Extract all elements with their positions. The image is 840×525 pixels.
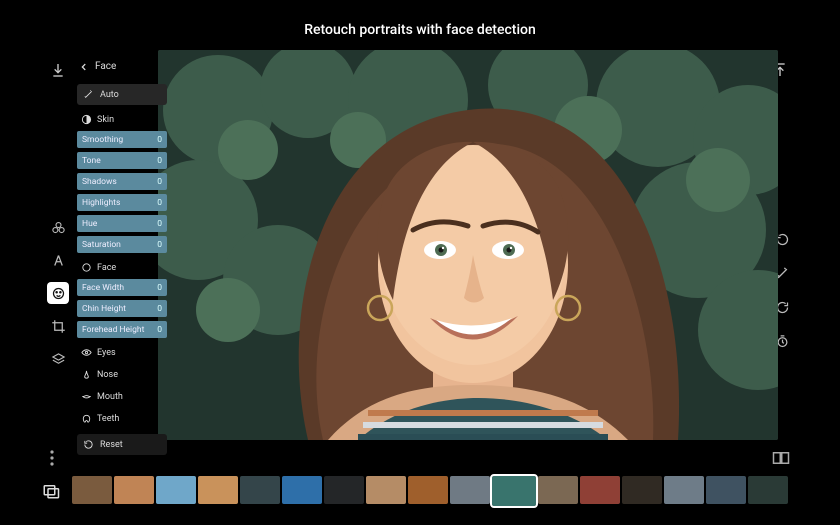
eye-icon (81, 347, 92, 358)
download-icon[interactable] (50, 62, 68, 80)
section-teeth[interactable]: Teeth (77, 411, 167, 426)
more-icon[interactable] (50, 450, 54, 469)
thumbnail[interactable] (622, 476, 662, 504)
thumbnail[interactable] (324, 476, 364, 504)
slider-shadows[interactable]: Shadows0 (77, 173, 167, 190)
thumbnail-strip (40, 473, 800, 509)
left-tool-rail (46, 216, 70, 370)
layers-icon[interactable] (47, 348, 69, 370)
thumbnail[interactable] (580, 476, 620, 504)
reset-label: Reset (100, 440, 123, 450)
gallery-icon[interactable] (40, 480, 62, 502)
section-skin[interactable]: Skin (77, 112, 167, 127)
section-mouth-label: Mouth (97, 392, 123, 402)
mouth-icon (81, 391, 92, 402)
image-canvas[interactable] (158, 50, 778, 440)
thumbnail[interactable] (282, 476, 322, 504)
face-icon (81, 262, 92, 273)
teeth-icon (81, 413, 92, 424)
thumbnail[interactable] (198, 476, 238, 504)
slider-tone[interactable]: Tone0 (77, 152, 167, 169)
slider-saturation[interactable]: Saturation0 (77, 236, 167, 253)
thumbnail[interactable] (408, 476, 448, 504)
face-tool-icon[interactable] (47, 282, 69, 304)
slider-highlights[interactable]: Highlights0 (77, 194, 167, 211)
slider-smoothing[interactable]: Smoothing0 (77, 131, 167, 148)
section-face-label: Face (97, 263, 116, 273)
slider-chin-height[interactable]: Chin Height0 (77, 300, 167, 317)
section-nose-label: Nose (97, 370, 118, 380)
wand-icon (83, 89, 94, 100)
thumbnail[interactable] (748, 476, 788, 504)
reset-icon (83, 439, 94, 450)
thumbnail[interactable] (492, 476, 536, 506)
auto-label: Auto (100, 90, 119, 100)
section-eyes[interactable]: Eyes (77, 345, 167, 360)
contrast-icon (81, 114, 92, 125)
page-title: Retouch portraits with face detection (0, 22, 840, 38)
section-nose[interactable]: Nose (77, 367, 167, 382)
slider-hue[interactable]: Hue0 (77, 215, 167, 232)
thumbnail[interactable] (706, 476, 746, 504)
adjust-icon[interactable] (47, 216, 69, 238)
thumbnail[interactable] (366, 476, 406, 504)
thumbnail[interactable] (156, 476, 196, 504)
slider-forehead-height[interactable]: Forehead Height0 (77, 321, 167, 338)
nose-icon (81, 369, 92, 380)
thumbnail[interactable] (72, 476, 112, 504)
thumbnail[interactable] (664, 476, 704, 504)
section-face[interactable]: Face (77, 260, 167, 275)
crop-icon[interactable] (47, 315, 69, 337)
section-mouth[interactable]: Mouth (77, 389, 167, 404)
slider-face-width[interactable]: Face Width0 (77, 279, 167, 296)
panel-back[interactable]: Face (77, 55, 167, 80)
text-icon[interactable] (47, 249, 69, 271)
section-eyes-label: Eyes (97, 348, 116, 358)
retouch-panel: Face Auto Skin Smoothing0 Tone0 Shadows0… (77, 55, 167, 455)
thumbnail[interactable] (450, 476, 490, 504)
auto-button[interactable]: Auto (77, 84, 167, 105)
reset-button[interactable]: Reset (77, 434, 167, 455)
panel-title: Face (95, 61, 116, 72)
compare-icon[interactable] (772, 450, 790, 469)
thumbnail[interactable] (240, 476, 280, 504)
section-skin-label: Skin (97, 115, 114, 125)
thumbnail[interactable] (538, 476, 578, 504)
section-teeth-label: Teeth (97, 414, 119, 424)
thumbnail[interactable] (114, 476, 154, 504)
